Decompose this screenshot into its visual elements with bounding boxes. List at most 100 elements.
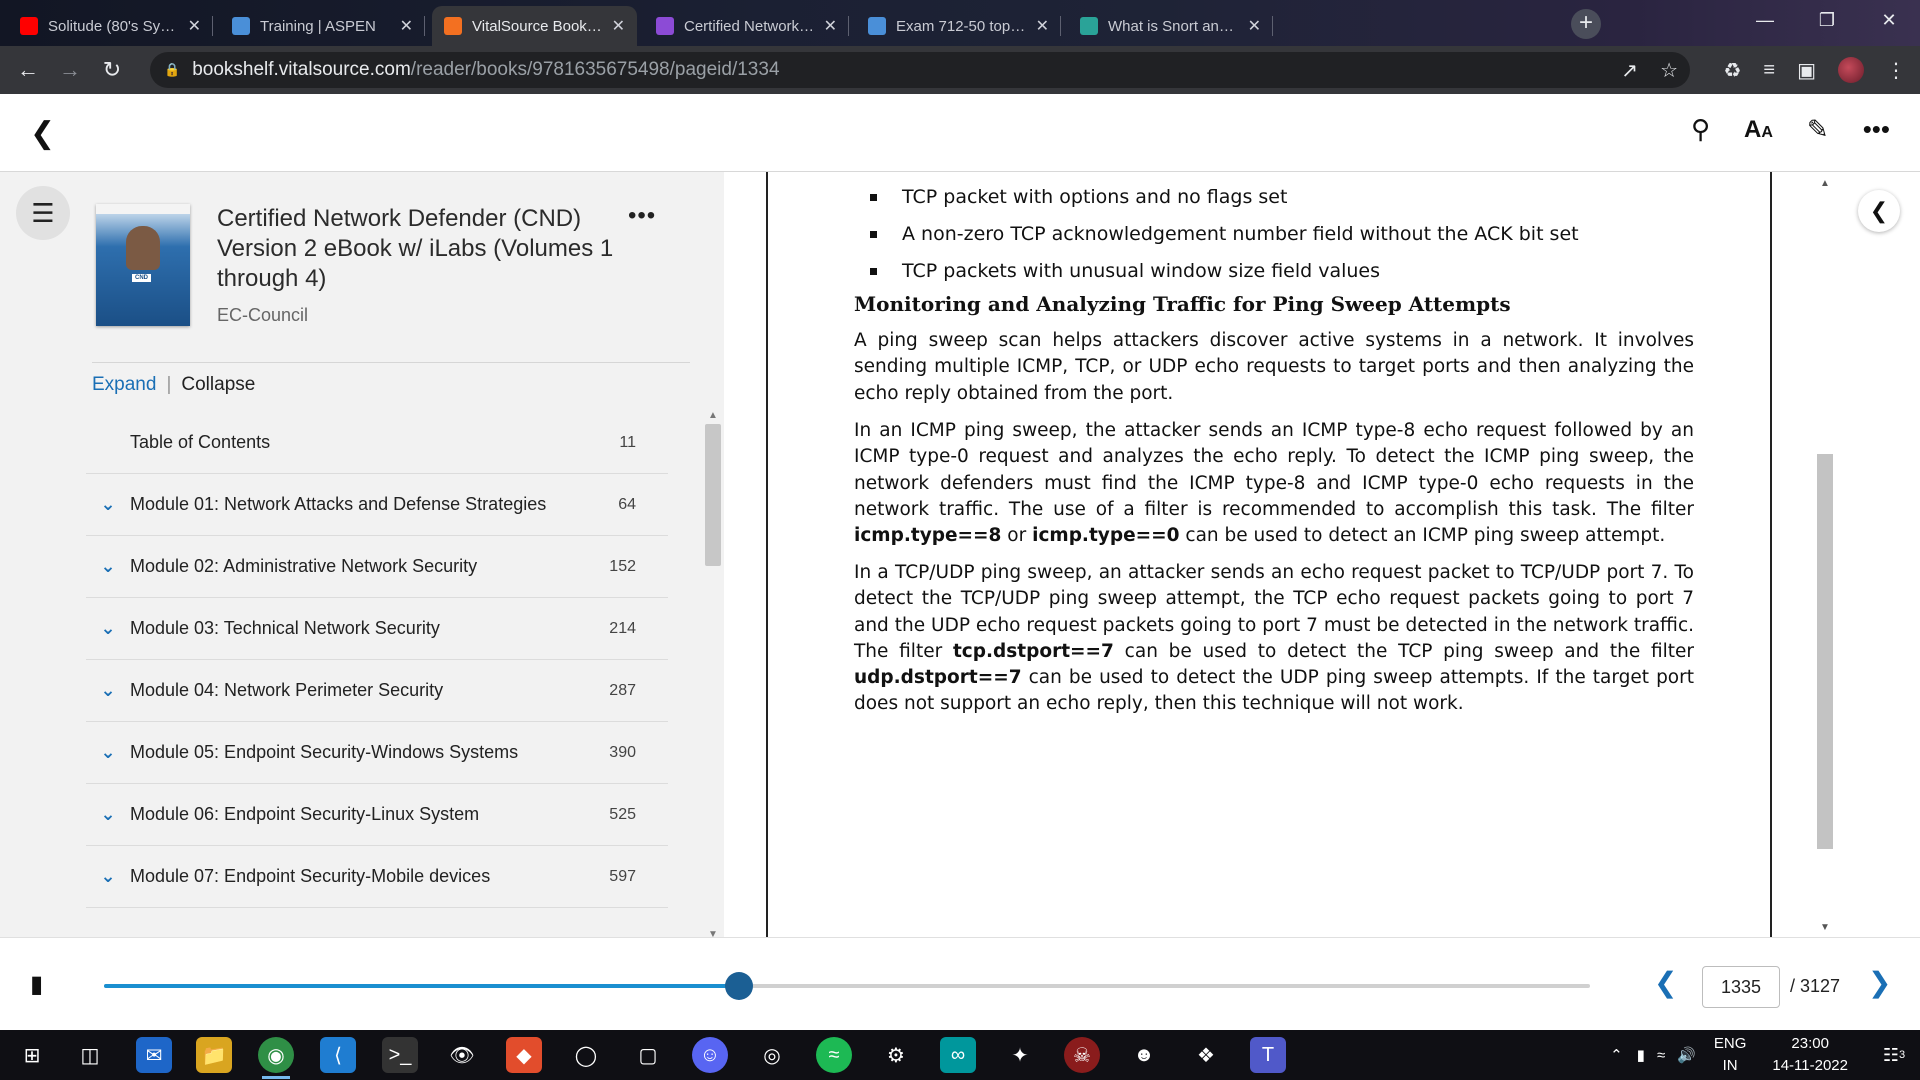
chevron-down-icon[interactable]: ⌄ bbox=[86, 494, 130, 515]
chevron-down-icon[interactable]: ⌄ bbox=[86, 742, 130, 763]
toc-item[interactable]: ⌄ Module 05: Endpoint Security-Windows Sy… bbox=[86, 722, 668, 784]
forward-arrow-icon[interactable]: → bbox=[52, 52, 88, 88]
postman-icon[interactable]: ◯ bbox=[568, 1037, 604, 1073]
notification-center-icon[interactable]: ☷ 3 bbox=[1874, 1035, 1914, 1075]
previous-page-icon[interactable]: ❮ bbox=[1654, 966, 1677, 999]
notes-star-icon[interactable]: ✎ bbox=[1807, 114, 1829, 145]
arduino-icon[interactable]: ∞ bbox=[940, 1037, 976, 1073]
wireshark-icon[interactable]: ✦ bbox=[1002, 1037, 1038, 1073]
bookmark-star-icon[interactable]: ☆ bbox=[1660, 58, 1678, 83]
toc-item[interactable]: ⌄ Module 02: Administrative Network Secur… bbox=[86, 536, 668, 598]
tab-close-icon[interactable]: ✕ bbox=[824, 16, 837, 36]
profile-avatar[interactable] bbox=[1838, 57, 1864, 83]
spotify-icon[interactable]: ≈ bbox=[816, 1037, 852, 1073]
sidebar-scrollbar[interactable]: ▲ ▼ bbox=[704, 410, 722, 940]
toc-item[interactable]: ⌄ Module 03: Technical Network Security 21… bbox=[86, 598, 668, 660]
terminal-icon[interactable]: >_ bbox=[382, 1037, 418, 1073]
volume-icon[interactable]: 🔊 bbox=[1677, 1046, 1696, 1064]
kali-icon[interactable]: ❖ bbox=[1188, 1037, 1224, 1073]
browser-tab[interactable]: Solitude (80's Synth F ✕ bbox=[8, 6, 213, 46]
battery-icon[interactable]: ▮ bbox=[1637, 1046, 1645, 1064]
browser-tab[interactable]: What is Snort and how d ✕ bbox=[1068, 6, 1273, 46]
toc-item[interactable]: ⌄ Module 07: Endpoint Security-Mobile dev… bbox=[86, 846, 668, 908]
task-view-icon[interactable]: ◫ bbox=[72, 1037, 108, 1073]
browser-tab[interactable]: Training | ASPEN ✕ bbox=[220, 6, 425, 46]
reading-list-icon[interactable]: ≡ bbox=[1763, 59, 1775, 82]
progress-knob[interactable] bbox=[724, 972, 753, 1000]
security-app-icon[interactable]: ☠ bbox=[1064, 1037, 1100, 1073]
page-scroll-thumb[interactable] bbox=[1817, 454, 1833, 849]
page-scroll-down-icon[interactable]: ▼ bbox=[1814, 922, 1836, 933]
wifi-icon[interactable]: ≈ bbox=[1657, 1047, 1665, 1064]
sidebar-scroll-thumb[interactable] bbox=[705, 424, 721, 566]
tab-close-icon[interactable]: ✕ bbox=[612, 16, 625, 36]
toc-item[interactable]: Table of Contents 11 bbox=[86, 412, 668, 474]
chevron-down-icon[interactable]: ⌄ bbox=[86, 556, 130, 577]
tab-close-icon[interactable]: ✕ bbox=[1036, 16, 1049, 36]
browser-tab[interactable]: Certified Network Defend ✕ bbox=[644, 6, 849, 46]
more-options-icon[interactable]: ••• bbox=[1863, 114, 1890, 145]
browser-tab[interactable]: Exam 712-50 topic 1 que ✕ bbox=[856, 6, 1061, 46]
page-scroll-up-icon[interactable]: ▲ bbox=[1814, 178, 1836, 189]
settings-gear-icon[interactable]: ⚙ bbox=[878, 1037, 914, 1073]
obs-icon[interactable]: ◎ bbox=[754, 1037, 790, 1073]
page-progress-slider[interactable] bbox=[104, 972, 1590, 1000]
scroll-up-arrow-icon[interactable]: ▲ bbox=[704, 410, 722, 421]
back-chevron-icon[interactable]: ❮ bbox=[30, 116, 55, 151]
toc-item[interactable]: ⌄ Module 01: Network Attacks and Defense … bbox=[86, 474, 668, 536]
tab-close-icon[interactable]: ✕ bbox=[1248, 16, 1261, 36]
tray-expand-icon[interactable]: ⌃ bbox=[1610, 1046, 1623, 1064]
address-bar[interactable]: 🔒 bookshelf.vitalsource.com /reader/book… bbox=[150, 52, 1690, 88]
extensions-puzzle-icon[interactable]: ♻ bbox=[1723, 58, 1741, 83]
minimize-icon[interactable]: — bbox=[1734, 0, 1796, 40]
tab-close-icon[interactable]: ✕ bbox=[188, 16, 201, 36]
text-size-icon[interactable]: AA bbox=[1744, 116, 1773, 144]
game-app-icon[interactable]: ☻ bbox=[1126, 1037, 1162, 1073]
toc-item-label[interactable]: Table of Contents bbox=[130, 432, 598, 453]
toc-item[interactable]: ⌄Module 08: Endpoint Security-IoT Device… bbox=[86, 908, 668, 914]
search-icon[interactable]: ⚲ bbox=[1691, 114, 1710, 145]
virtualbox-icon[interactable]: ▢ bbox=[630, 1037, 666, 1073]
reload-icon[interactable]: ↻ bbox=[94, 52, 130, 88]
file-explorer-icon[interactable]: 📁 bbox=[196, 1037, 232, 1073]
tab-close-icon[interactable]: ✕ bbox=[400, 16, 413, 36]
toc-item-label[interactable]: Module 06: Endpoint Security-Linux Syste… bbox=[130, 804, 598, 825]
page-number-input[interactable]: 1335 bbox=[1702, 966, 1780, 1008]
chevron-down-icon[interactable]: ⌄ bbox=[86, 804, 130, 825]
restore-icon[interactable]: ❐ bbox=[1796, 0, 1858, 40]
windows-start-icon[interactable]: ⊞ bbox=[14, 1037, 50, 1073]
discord-icon[interactable]: ☺ bbox=[692, 1037, 728, 1073]
book-more-options-icon[interactable]: ••• bbox=[628, 202, 656, 230]
git-icon[interactable]: ◆ bbox=[506, 1037, 542, 1073]
vscode-icon[interactable]: ⟨ bbox=[320, 1037, 356, 1073]
side-panel-icon[interactable]: ▣ bbox=[1797, 58, 1816, 83]
collapse-panel-chevron-icon[interactable]: ❮ bbox=[1858, 190, 1900, 232]
close-window-icon[interactable]: ✕ bbox=[1858, 0, 1920, 40]
chevron-down-icon[interactable]: ⌄ bbox=[86, 680, 130, 701]
toc-item[interactable]: ⌄ Module 04: Network Perimeter Security 28… bbox=[86, 660, 668, 722]
clock[interactable]: 23:00 14-11-2022 bbox=[1772, 1033, 1848, 1077]
teams-icon[interactable]: T bbox=[1250, 1037, 1286, 1073]
next-page-icon[interactable]: ❯ bbox=[1868, 966, 1891, 999]
share-icon[interactable]: ↗ bbox=[1621, 58, 1638, 83]
page-scrollbar[interactable]: ▲ ▼ bbox=[1814, 172, 1836, 937]
mail-icon[interactable]: ✉ bbox=[136, 1037, 172, 1073]
browser-tab[interactable]: VitalSource Bookshelf: Cer ✕ bbox=[432, 6, 637, 46]
language-indicator[interactable]: ENG IN bbox=[1714, 1033, 1747, 1077]
back-arrow-icon[interactable]: ← bbox=[10, 52, 46, 88]
collapse-all-link[interactable]: Collapse bbox=[181, 374, 255, 396]
toc-item-label[interactable]: Module 04: Network Perimeter Security bbox=[130, 680, 598, 701]
chrome-icon[interactable]: ◉ bbox=[258, 1037, 294, 1079]
toc-item-label[interactable]: Module 02: Administrative Network Securi… bbox=[130, 556, 598, 577]
toc-item-label[interactable]: Module 05: Endpoint Security-Windows Sys… bbox=[130, 742, 598, 763]
browser-menu-icon[interactable]: ⋮ bbox=[1886, 58, 1906, 83]
bookmark-icon[interactable]: ▮ bbox=[30, 970, 43, 999]
toc-item-label[interactable]: Module 01: Network Attacks and Defense S… bbox=[130, 494, 598, 515]
app-eye-icon[interactable]: 👁 bbox=[444, 1037, 480, 1073]
chevron-down-icon[interactable]: ⌄ bbox=[86, 618, 130, 639]
toc-item-label[interactable]: Module 07: Endpoint Security-Mobile devi… bbox=[130, 866, 598, 887]
toc-item[interactable]: ⌄ Module 06: Endpoint Security-Linux Syst… bbox=[86, 784, 668, 846]
chevron-down-icon[interactable]: ⌄ bbox=[86, 866, 130, 887]
hamburger-menu-icon[interactable]: ☰ bbox=[16, 186, 70, 240]
new-tab-button[interactable]: + bbox=[1571, 9, 1601, 39]
